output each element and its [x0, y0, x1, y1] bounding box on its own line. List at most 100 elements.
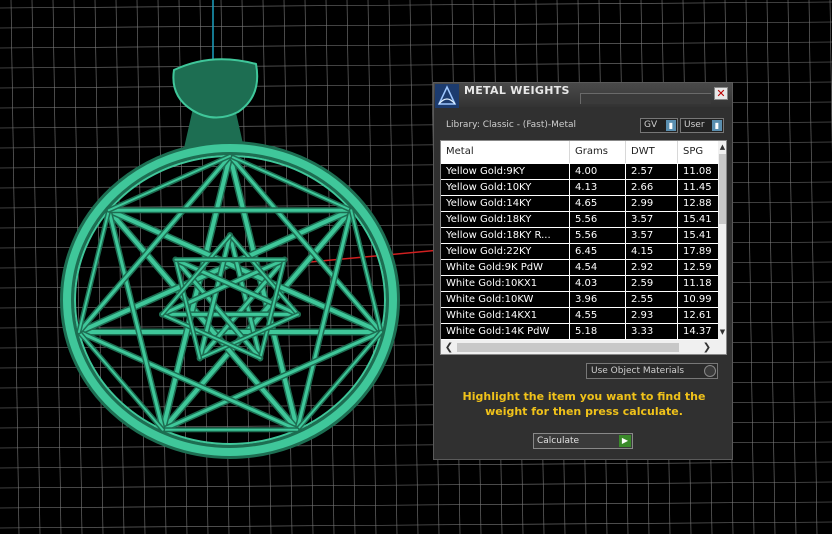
dwt-cell: 2.99	[626, 196, 678, 211]
metal-cell: Yellow Gold:18KY	[441, 212, 570, 227]
spg-cell: 11.18	[678, 276, 718, 291]
grid-line	[787, 0, 797, 534]
pendant-model[interactable]	[60, 58, 400, 459]
metal-cell: Yellow Gold:22KY	[441, 244, 570, 259]
app-logo-icon	[435, 84, 459, 108]
table-row[interactable]: White Gold:9K PdW 4.54 2.92 12.59	[441, 260, 718, 276]
grams-cell: 6.45	[570, 244, 626, 259]
user-select[interactable]: User ▮	[680, 118, 724, 133]
grams-cell: 4.55	[570, 308, 626, 323]
vertical-scroll-thumb[interactable]	[719, 154, 726, 224]
spg-cell: 15.41	[678, 228, 718, 243]
table-row[interactable]: Yellow Gold:9KY 4.00 2.57 11.08	[441, 164, 718, 180]
table-row[interactable]: White Gold:14K PdW 5.18 3.33 14.37	[441, 324, 718, 340]
dwt-cell: 2.57	[626, 164, 678, 179]
metal-cell: White Gold:14K PdW	[441, 324, 570, 339]
spg-cell: 12.88	[678, 196, 718, 211]
table-row[interactable]: White Gold:14KX1 4.55 2.93 12.61	[441, 308, 718, 324]
table-row[interactable]: Yellow Gold:22KY 6.45 4.15 17.89	[441, 244, 718, 260]
grid-line	[10, 0, 20, 534]
grid-line	[367, 0, 377, 534]
table-row[interactable]: Yellow Gold:10KY 4.13 2.66 11.45	[441, 180, 718, 196]
spg-cell: 11.45	[678, 180, 718, 195]
scroll-left-icon[interactable]: ❮	[443, 340, 455, 354]
bail-heart	[172, 58, 259, 119]
metal-weights-dialog: METAL WEIGHTS ✕ Library: Classic - (Fast…	[433, 82, 733, 460]
dwt-cell: 2.59	[626, 276, 678, 291]
grid-line	[0, 461, 832, 469]
dwt-cell: 2.66	[626, 180, 678, 195]
grid-line	[766, 0, 776, 534]
close-button[interactable]: ✕	[714, 87, 728, 100]
horizontal-scrollbar[interactable]: ❮ ❯	[441, 340, 726, 354]
horizontal-scroll-thumb[interactable]	[457, 343, 679, 352]
scroll-up-icon[interactable]: ▲	[718, 143, 726, 153]
dwt-cell: 2.93	[626, 308, 678, 323]
grid-line	[31, 0, 41, 534]
column-header-grams[interactable]: Grams	[570, 141, 626, 163]
table-row[interactable]: White Gold:10KX1 4.03 2.59 11.18	[441, 276, 718, 292]
grams-cell: 4.00	[570, 164, 626, 179]
grid-line	[0, 21, 832, 29]
dwt-cell: 2.55	[626, 292, 678, 307]
grid-line	[0, 481, 832, 489]
toggle-knob-icon	[704, 365, 716, 377]
dwt-cell: 2.92	[626, 260, 678, 275]
user-select-value: User	[684, 120, 705, 130]
instruction-text: Highlight the item you want to find the …	[462, 390, 706, 418]
grid-line	[0, 1, 832, 9]
unit-select[interactable]: GV ▮	[640, 118, 678, 133]
spg-cell: 10.99	[678, 292, 718, 307]
grid-line	[0, 501, 832, 509]
spg-cell: 17.89	[678, 244, 718, 259]
use-object-materials-toggle[interactable]: Use Object Materials	[586, 363, 718, 379]
grams-cell: 4.65	[570, 196, 626, 211]
column-header-metal[interactable]: Metal	[441, 141, 570, 163]
dwt-cell: 3.33	[626, 324, 678, 339]
dialog-title: METAL WEIGHTS	[464, 84, 570, 97]
unit-select-arrow-icon: ▮	[666, 120, 676, 131]
use-object-materials-label: Use Object Materials	[591, 366, 685, 376]
grid-line	[346, 0, 356, 534]
metal-cell: Yellow Gold:18KY R...	[441, 228, 570, 243]
title-bar[interactable]: METAL WEIGHTS ✕	[434, 83, 732, 108]
grams-cell: 4.13	[570, 180, 626, 195]
grid-line	[409, 0, 419, 534]
metal-cell: White Gold:10KX1	[441, 276, 570, 291]
library-label: Library: Classic - (Fast)-Metal	[446, 120, 577, 130]
metal-cell: White Gold:10KW	[441, 292, 570, 307]
spg-cell: 12.61	[678, 308, 718, 323]
unit-select-value: GV	[644, 120, 658, 130]
metal-cell: Yellow Gold:14KY	[441, 196, 570, 211]
table-row[interactable]: Yellow Gold:18KY R... 5.56 3.57 15.41	[441, 228, 718, 244]
grid-line	[0, 521, 832, 529]
grams-cell: 4.03	[570, 276, 626, 291]
column-header-dwt[interactable]: DWT	[626, 141, 678, 163]
grams-cell: 3.96	[570, 292, 626, 307]
scroll-down-icon[interactable]: ▼	[718, 328, 726, 338]
metal-cell: Yellow Gold:9KY	[441, 164, 570, 179]
metal-table[interactable]: Metal Grams DWT SPG Yellow Gold:9KY 4.00 2…	[440, 140, 727, 355]
spg-cell: 15.41	[678, 212, 718, 227]
calculate-label: Calculate	[537, 436, 580, 446]
table-row[interactable]: Yellow Gold:18KY 5.56 3.57 15.41	[441, 212, 718, 228]
dwt-cell: 3.57	[626, 212, 678, 227]
table-row[interactable]: White Gold:10KW 3.96 2.55 10.99	[441, 292, 718, 308]
calculate-button[interactable]: Calculate ▶	[533, 433, 633, 449]
metal-cell: White Gold:14KX1	[441, 308, 570, 323]
grams-cell: 4.54	[570, 260, 626, 275]
grams-cell: 5.56	[570, 228, 626, 243]
grams-cell: 5.18	[570, 324, 626, 339]
table-header: Metal Grams DWT SPG	[441, 141, 718, 163]
vertical-scrollbar[interactable]: ▲ ▼	[718, 141, 726, 340]
grid-line	[0, 41, 832, 49]
spg-cell: 14.37	[678, 324, 718, 339]
table-body: Yellow Gold:9KY 4.00 2.57 11.08 Yellow Gold:…	[441, 164, 718, 340]
table-row[interactable]: Yellow Gold:14KY 4.65 2.99 12.88	[441, 196, 718, 212]
metal-cell: White Gold:9K PdW	[441, 260, 570, 275]
scroll-right-icon[interactable]: ❯	[701, 340, 713, 354]
grams-cell: 5.56	[570, 212, 626, 227]
dwt-cell: 3.57	[626, 228, 678, 243]
title-divider	[580, 93, 711, 104]
grid-line	[808, 0, 818, 534]
